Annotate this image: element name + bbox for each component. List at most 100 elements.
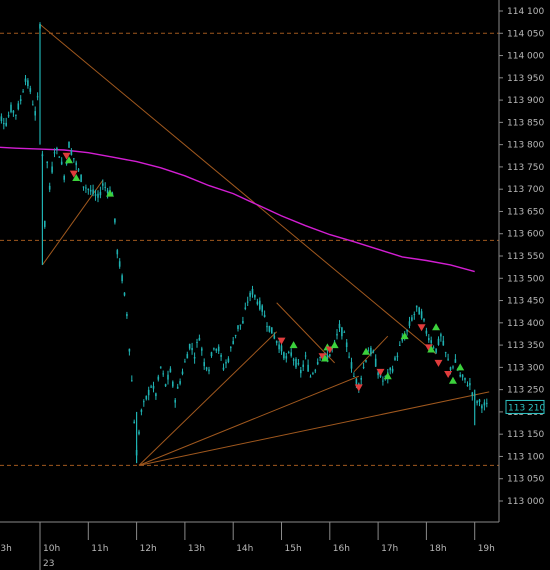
candle-body: [147, 389, 150, 396]
candle-body: [263, 314, 266, 317]
candle-body: [283, 352, 285, 359]
candle-body: [413, 314, 416, 315]
candle-body: [193, 357, 196, 359]
candle-body: [348, 356, 350, 358]
candle-body: [309, 376, 312, 378]
candle-body: [355, 378, 358, 384]
candle-body: [27, 80, 29, 86]
candle-body: [152, 385, 155, 389]
candle-body: [239, 324, 242, 326]
candle-body: [179, 381, 181, 384]
time-tick-label: 12h: [140, 544, 157, 554]
candle-body: [48, 185, 51, 190]
candle-body: [466, 385, 469, 387]
candle-body: [159, 366, 162, 368]
price-tick-label: 114 050: [507, 29, 544, 39]
candle-body: [425, 330, 428, 334]
time-tick-label: 19h: [478, 544, 495, 554]
price-tick-label: 113 950: [507, 74, 544, 84]
candle-body: [362, 366, 365, 368]
candle-body: [181, 371, 184, 375]
candle-body: [259, 300, 261, 310]
time-tick-label: 18h: [429, 544, 446, 554]
candle-body: [89, 190, 92, 192]
candle-body: [268, 325, 271, 332]
candle-body: [123, 292, 126, 296]
candle-body: [213, 348, 215, 350]
candle-body: [24, 78, 27, 82]
candle-body: [222, 367, 225, 370]
candle-body: [389, 368, 391, 371]
candle-body: [396, 355, 399, 358]
price-tick-label: 113 550: [507, 252, 544, 262]
candle-body: [316, 362, 319, 365]
candle-body: [121, 275, 123, 282]
candle-body: [244, 307, 247, 309]
candle-body: [246, 301, 249, 303]
candle-body: [116, 250, 119, 255]
price-tick-label: 113 650: [507, 207, 544, 217]
candle-body: [430, 340, 432, 343]
current-price-box: 113 210: [505, 399, 545, 414]
current-price-label: 113 210: [508, 403, 545, 413]
candle-body: [290, 352, 292, 356]
price-tick-label: 113 850: [507, 118, 544, 128]
candle-body: [428, 338, 430, 341]
candle-body: [420, 311, 423, 319]
candle-body: [275, 340, 278, 343]
candle-body: [254, 294, 256, 298]
candle-body: [188, 344, 191, 349]
candle-body: [215, 348, 218, 351]
price-tick-label: 113 050: [507, 475, 544, 485]
candle-body: [36, 96, 39, 98]
candle-body: [191, 348, 193, 351]
candle-body: [94, 194, 97, 196]
candle-body: [481, 405, 483, 409]
candle-body: [198, 337, 201, 341]
candle-body: [295, 358, 297, 368]
candle-body: [256, 301, 259, 305]
time-tick-label: 15h: [285, 544, 302, 554]
candle-body: [304, 355, 307, 357]
candle-body: [51, 166, 53, 173]
candle-body: [128, 348, 131, 352]
candle-body: [225, 361, 227, 364]
price-tick-label: 113 700: [507, 185, 544, 195]
candle-body: [87, 188, 90, 190]
candle-body: [329, 354, 331, 357]
candle-body: [370, 347, 372, 355]
candle-body: [249, 292, 251, 297]
candle-body: [174, 399, 176, 403]
candle-body: [0, 116, 3, 121]
price-tick-label: 113 000: [507, 497, 544, 507]
price-tick-label: 113 900: [507, 96, 544, 106]
candle-body: [102, 183, 104, 186]
candle-body: [461, 374, 464, 378]
candle-body: [266, 326, 268, 328]
candle-body: [483, 402, 486, 406]
candle-body: [297, 363, 300, 365]
candle-body: [196, 342, 198, 343]
price-tick-label: 114 000: [507, 52, 544, 62]
price-tick-label: 113 350: [507, 341, 544, 351]
price-tick-label: 113 450: [507, 297, 544, 307]
date-tick-label: 23: [43, 559, 54, 569]
candle-body: [150, 386, 152, 388]
price-tick-label: 113 400: [507, 319, 544, 329]
price-tick-label: 113 150: [507, 430, 544, 440]
chart-background: [0, 0, 550, 570]
candle-body: [34, 111, 36, 116]
candle-body: [220, 355, 222, 357]
candle-body: [12, 110, 15, 113]
candle-body: [307, 364, 309, 372]
candle-body: [341, 327, 343, 337]
time-tick-label: 11h: [91, 544, 108, 554]
time-tick-label: 13h: [188, 544, 205, 554]
price-chart[interactable]: 114 100 114 050 114 000 113 950 113 900 113 8…: [0, 0, 550, 570]
candle-body: [377, 372, 379, 376]
candle-body: [454, 359, 457, 363]
candle-body: [155, 393, 157, 397]
candle-body: [186, 354, 189, 359]
candle-body: [237, 325, 239, 329]
price-tick-label: 113 750: [507, 163, 544, 173]
